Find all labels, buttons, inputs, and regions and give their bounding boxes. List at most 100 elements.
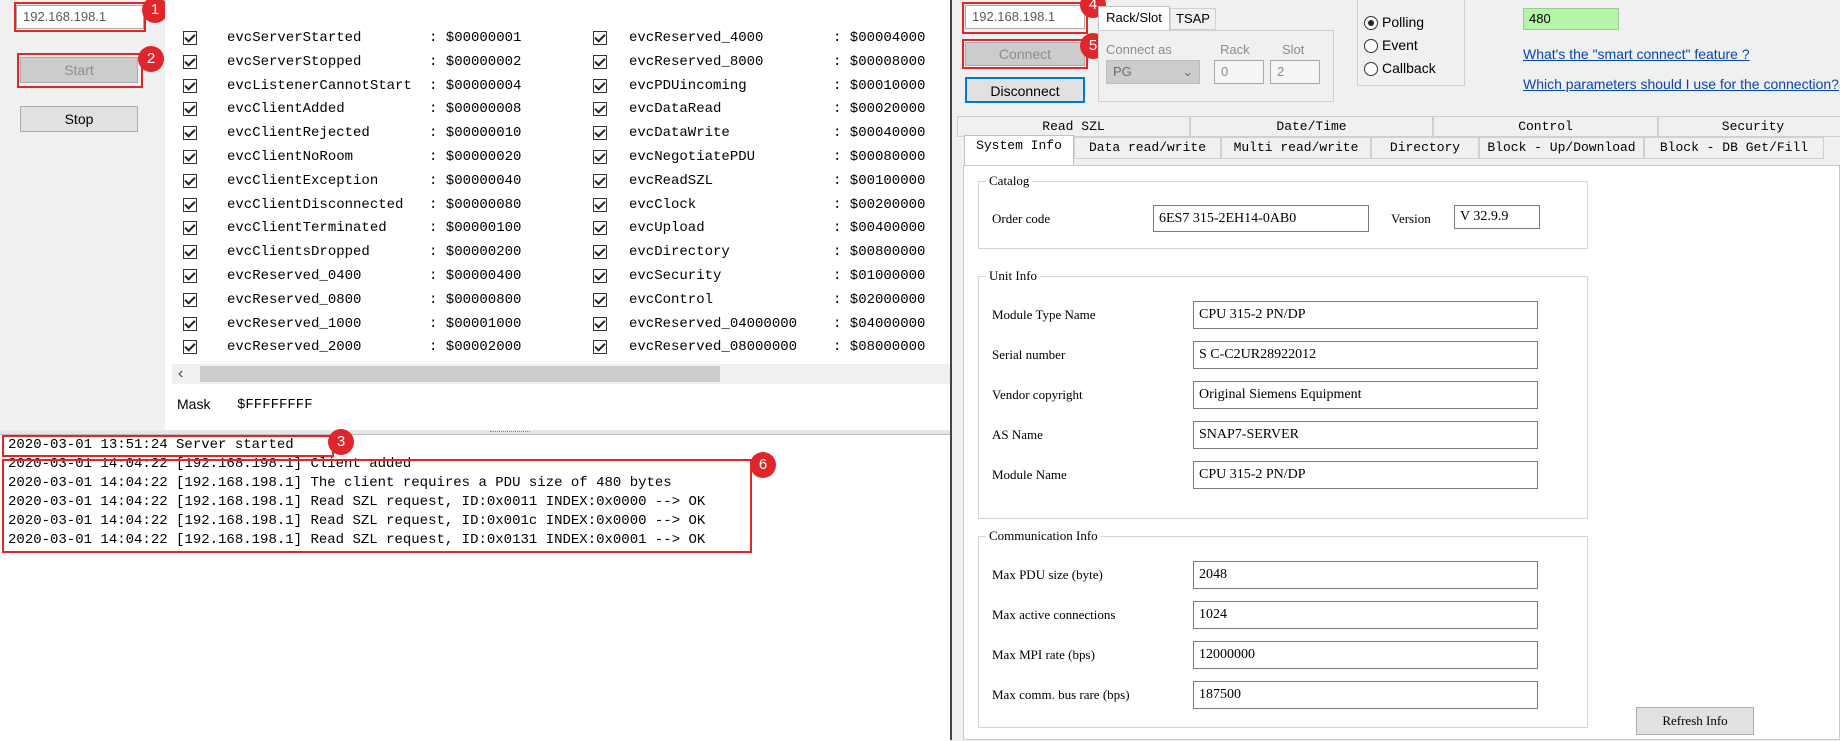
- field-value[interactable]: SNAP7-SERVER: [1193, 421, 1538, 449]
- event-name: evcClientsDropped: [227, 244, 370, 261]
- radio-callback[interactable]: [1364, 62, 1378, 76]
- tab-tsap[interactable]: TSAP: [1170, 8, 1216, 30]
- event-value: : $00100000: [833, 172, 926, 189]
- refresh-info-button[interactable]: Refresh Info: [1636, 707, 1754, 735]
- field-value[interactable]: Original Siemens Equipment: [1193, 381, 1538, 409]
- event-checkbox[interactable]: [183, 269, 197, 283]
- event-checkbox[interactable]: [183, 102, 197, 117]
- event-checkbox[interactable]: [183, 316, 197, 331]
- event-value: : $00004000: [833, 30, 926, 46]
- tab-date-time[interactable]: Date/Time: [1190, 116, 1433, 137]
- field-value[interactable]: S C-C2UR28922012: [1193, 341, 1538, 369]
- rack-input[interactable]: 0: [1214, 60, 1264, 84]
- event-checkbox[interactable]: [183, 78, 197, 93]
- tab-read-szl[interactable]: Read SZL: [957, 116, 1190, 137]
- tab-block-up-download[interactable]: Block - Up/Download: [1479, 137, 1644, 159]
- field-label: Serial number: [992, 347, 1066, 362]
- event-name: evcReserved_8000: [629, 53, 764, 70]
- field-value[interactable]: 187500: [1193, 681, 1538, 709]
- stop-button[interactable]: Stop: [20, 106, 138, 132]
- event-row: evcControl: $02000000: [577, 288, 967, 312]
- event-checkbox[interactable]: [593, 221, 607, 236]
- tab-system-info[interactable]: System Info: [964, 135, 1074, 165]
- event-row: evcDataWrite: $00040000: [577, 121, 967, 145]
- event-checkbox[interactable]: [183, 173, 197, 188]
- event-checkbox[interactable]: [183, 292, 197, 307]
- order-code-label: Order code: [992, 211, 1051, 226]
- event-checkbox[interactable]: [183, 340, 197, 355]
- version-label: Version: [1391, 211, 1431, 226]
- disconnect-button[interactable]: Disconnect: [965, 77, 1085, 103]
- order-code-field[interactable]: 6ES7 315-2EH14-0AB0: [1153, 205, 1369, 232]
- event-name: evcListenerCannotStart: [227, 77, 412, 94]
- event-checkbox[interactable]: [593, 150, 607, 164]
- mask-label: Mask: [177, 396, 211, 412]
- horizontal-scrollbar[interactable]: ‹: [172, 364, 950, 384]
- field-value[interactable]: 12000000: [1193, 641, 1538, 669]
- radio-polling-label: Polling: [1382, 14, 1425, 30]
- event-value: : $00000800: [429, 291, 522, 308]
- radio-polling[interactable]: [1364, 16, 1378, 30]
- connection-params-link[interactable]: Which parameters should I use for the co…: [1523, 76, 1839, 92]
- event-row: evcNegotiatePDU: $00080000: [577, 145, 967, 169]
- event-row: evcReserved_0400: $00000400: [165, 264, 555, 288]
- event-checkbox[interactable]: [593, 102, 607, 117]
- event-row: evcClientsDropped: $00000200: [165, 240, 555, 264]
- badge-2: 2: [138, 46, 164, 72]
- event-checkbox[interactable]: [183, 54, 197, 69]
- mask-value: $FFFFFFFF: [237, 397, 313, 413]
- event-name: evcClientDisconnected: [227, 196, 404, 213]
- event-row: evcClientRejected: $00000010: [165, 121, 555, 145]
- event-value: : $00000002: [429, 53, 522, 70]
- field-value[interactable]: CPU 315-2 PN/DP: [1193, 301, 1538, 329]
- event-checkbox[interactable]: [593, 197, 607, 212]
- event-checkbox[interactable]: [593, 54, 607, 69]
- connect-as-select[interactable]: PG ⌄: [1106, 60, 1200, 84]
- event-checkbox[interactable]: [593, 126, 607, 141]
- event-checkbox[interactable]: [593, 316, 607, 331]
- event-checkbox[interactable]: [183, 245, 197, 260]
- event-checkbox[interactable]: [593, 173, 607, 188]
- field-value[interactable]: 2048: [1193, 561, 1538, 589]
- event-row: evcClock: $00200000: [577, 193, 967, 217]
- event-checkbox[interactable]: [593, 340, 607, 355]
- event-row: evcReserved_1000: $00001000: [165, 312, 555, 336]
- slot-input[interactable]: 2: [1270, 60, 1320, 84]
- event-name: evcUpload: [629, 220, 705, 237]
- field-value[interactable]: 1024: [1193, 601, 1538, 629]
- event-checkbox[interactable]: [593, 245, 607, 260]
- event-name: evcReserved_08000000: [629, 339, 798, 356]
- version-field[interactable]: V 32.9.9: [1454, 205, 1540, 229]
- scrollbar-thumb[interactable]: [200, 366, 720, 382]
- tab-block-db-get-fill[interactable]: Block - DB Get/Fill: [1644, 137, 1824, 159]
- highlight-box-4: [962, 2, 1088, 34]
- smart-connect-link[interactable]: What's the "smart connect" feature ?: [1523, 46, 1750, 62]
- event-checkbox[interactable]: [183, 31, 197, 45]
- event-value: : $00000080: [429, 196, 522, 213]
- event-checkbox[interactable]: [183, 221, 197, 236]
- tab-security[interactable]: Security: [1658, 116, 1840, 137]
- field-value[interactable]: CPU 315-2 PN/DP: [1193, 461, 1538, 489]
- event-checkbox[interactable]: [183, 197, 197, 212]
- radio-callback-label: Callback: [1382, 60, 1436, 76]
- tab-multi-read-write[interactable]: Multi read/write: [1221, 137, 1371, 159]
- scroll-left-icon[interactable]: ‹: [178, 364, 183, 384]
- tab-data-read-write[interactable]: Data read/write: [1074, 137, 1221, 159]
- event-row: evcReserved_2000: $00002000: [165, 335, 555, 359]
- highlight-box-6: [2, 459, 752, 553]
- event-row: evcDataRead: $00020000: [577, 97, 967, 121]
- event-checkbox[interactable]: [593, 269, 607, 283]
- event-name: evcPDUincoming: [629, 77, 747, 94]
- server-window: 192.168.198.1 1 Start 2 Stop evcServerSt…: [0, 0, 950, 741]
- event-checkbox[interactable]: [183, 126, 197, 141]
- event-checkbox[interactable]: [593, 292, 607, 307]
- event-value: : $00001000: [429, 315, 522, 332]
- tab-control[interactable]: Control: [1433, 116, 1658, 137]
- event-checkbox[interactable]: [593, 78, 607, 93]
- tab-directory[interactable]: Directory: [1371, 137, 1479, 159]
- radio-event[interactable]: [1364, 39, 1378, 53]
- event-checkbox[interactable]: [593, 31, 607, 45]
- tab-rack-slot[interactable]: Rack/Slot: [1098, 6, 1170, 30]
- pdu-size-field[interactable]: 480: [1523, 8, 1619, 30]
- event-checkbox[interactable]: [183, 150, 197, 164]
